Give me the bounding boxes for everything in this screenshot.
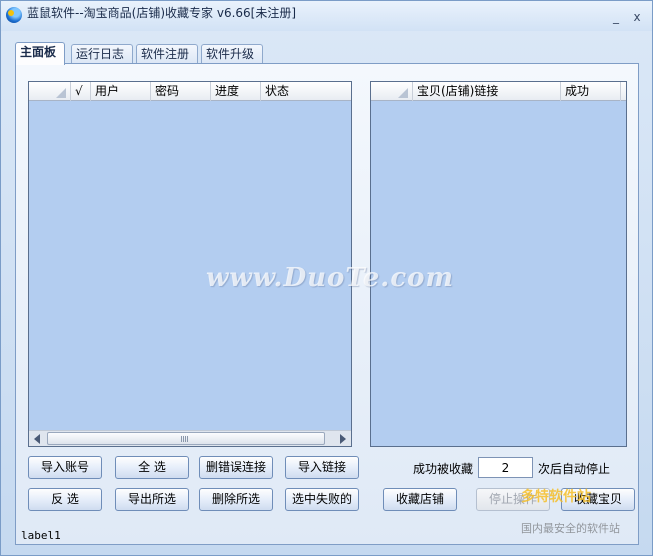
column-header-success[interactable]: 成功 xyxy=(561,82,621,101)
column-header-corner[interactable] xyxy=(371,82,413,101)
accounts-list-hscrollbar[interactable] xyxy=(29,430,351,446)
sort-corner-icon xyxy=(56,88,66,98)
column-header-status[interactable]: 状态 xyxy=(261,82,353,101)
scroll-right-arrow-icon[interactable] xyxy=(340,434,346,444)
links-list-header: 宝贝(店铺)链接 成功 xyxy=(371,82,626,101)
scrollbar-thumb[interactable] xyxy=(47,432,325,445)
main-window: 蓝鼠软件--淘宝商品(店铺)收藏专家 v6.66[未注册] _ x 主面板 运行… xyxy=(0,0,653,556)
tab-strip: 主面板 运行日志 软件注册 软件升级 xyxy=(15,42,637,65)
tab-main-panel[interactable]: 主面板 xyxy=(15,42,65,65)
links-list[interactable]: 宝贝(店铺)链接 成功 xyxy=(370,81,627,447)
title-bar[interactable]: 蓝鼠软件--淘宝商品(店铺)收藏专家 v6.66[未注册] _ x xyxy=(1,1,652,31)
close-button[interactable]: x xyxy=(629,10,645,24)
column-header-user[interactable]: 用户 xyxy=(91,82,151,101)
column-header-link[interactable]: 宝贝(店铺)链接 xyxy=(413,82,561,101)
column-header-password[interactable]: 密码 xyxy=(151,82,211,101)
column-header-check[interactable]: √ xyxy=(71,82,91,101)
stop-operation-button[interactable]: 停止操作 xyxy=(476,488,550,511)
scroll-left-arrow-icon[interactable] xyxy=(34,434,40,444)
accounts-list[interactable]: √ 用户 密码 进度 状态 xyxy=(28,81,352,447)
minimize-button[interactable]: _ xyxy=(608,10,624,24)
auto-stop-count-input[interactable] xyxy=(478,457,533,478)
export-selected-button[interactable]: 导出所选 xyxy=(115,488,189,511)
status-label: label1 xyxy=(21,529,61,542)
grip-icon xyxy=(181,436,189,442)
accounts-list-header: √ 用户 密码 进度 状态 xyxy=(29,82,351,101)
invert-selection-button[interactable]: 反 选 xyxy=(28,488,102,511)
window-title: 蓝鼠软件--淘宝商品(店铺)收藏专家 v6.66[未注册] xyxy=(27,6,297,20)
delete-error-links-button[interactable]: 删错误连接 xyxy=(199,456,273,479)
auto-stop-suffix-label: 次后自动停止 xyxy=(538,462,611,476)
delete-selected-button[interactable]: 删除所选 xyxy=(199,488,273,511)
app-logo-icon xyxy=(6,7,22,23)
favorite-item-button[interactable]: 收藏宝贝 xyxy=(561,488,635,511)
select-failed-button[interactable]: 选中失败的 xyxy=(285,488,359,511)
select-all-button[interactable]: 全 选 xyxy=(115,456,189,479)
auto-stop-prefix-label: 成功被收藏 xyxy=(413,462,474,476)
import-links-button[interactable]: 导入链接 xyxy=(285,456,359,479)
column-header-progress[interactable]: 进度 xyxy=(211,82,261,101)
favorite-shop-button[interactable]: 收藏店铺 xyxy=(383,488,457,511)
sort-corner-icon xyxy=(398,88,408,98)
column-header-corner[interactable] xyxy=(29,82,71,101)
tab-run-log[interactable]: 运行日志 xyxy=(71,44,133,64)
import-accounts-button[interactable]: 导入账号 xyxy=(28,456,102,479)
tab-software-register[interactable]: 软件注册 xyxy=(136,44,198,64)
tab-software-upgrade[interactable]: 软件升级 xyxy=(201,44,263,64)
